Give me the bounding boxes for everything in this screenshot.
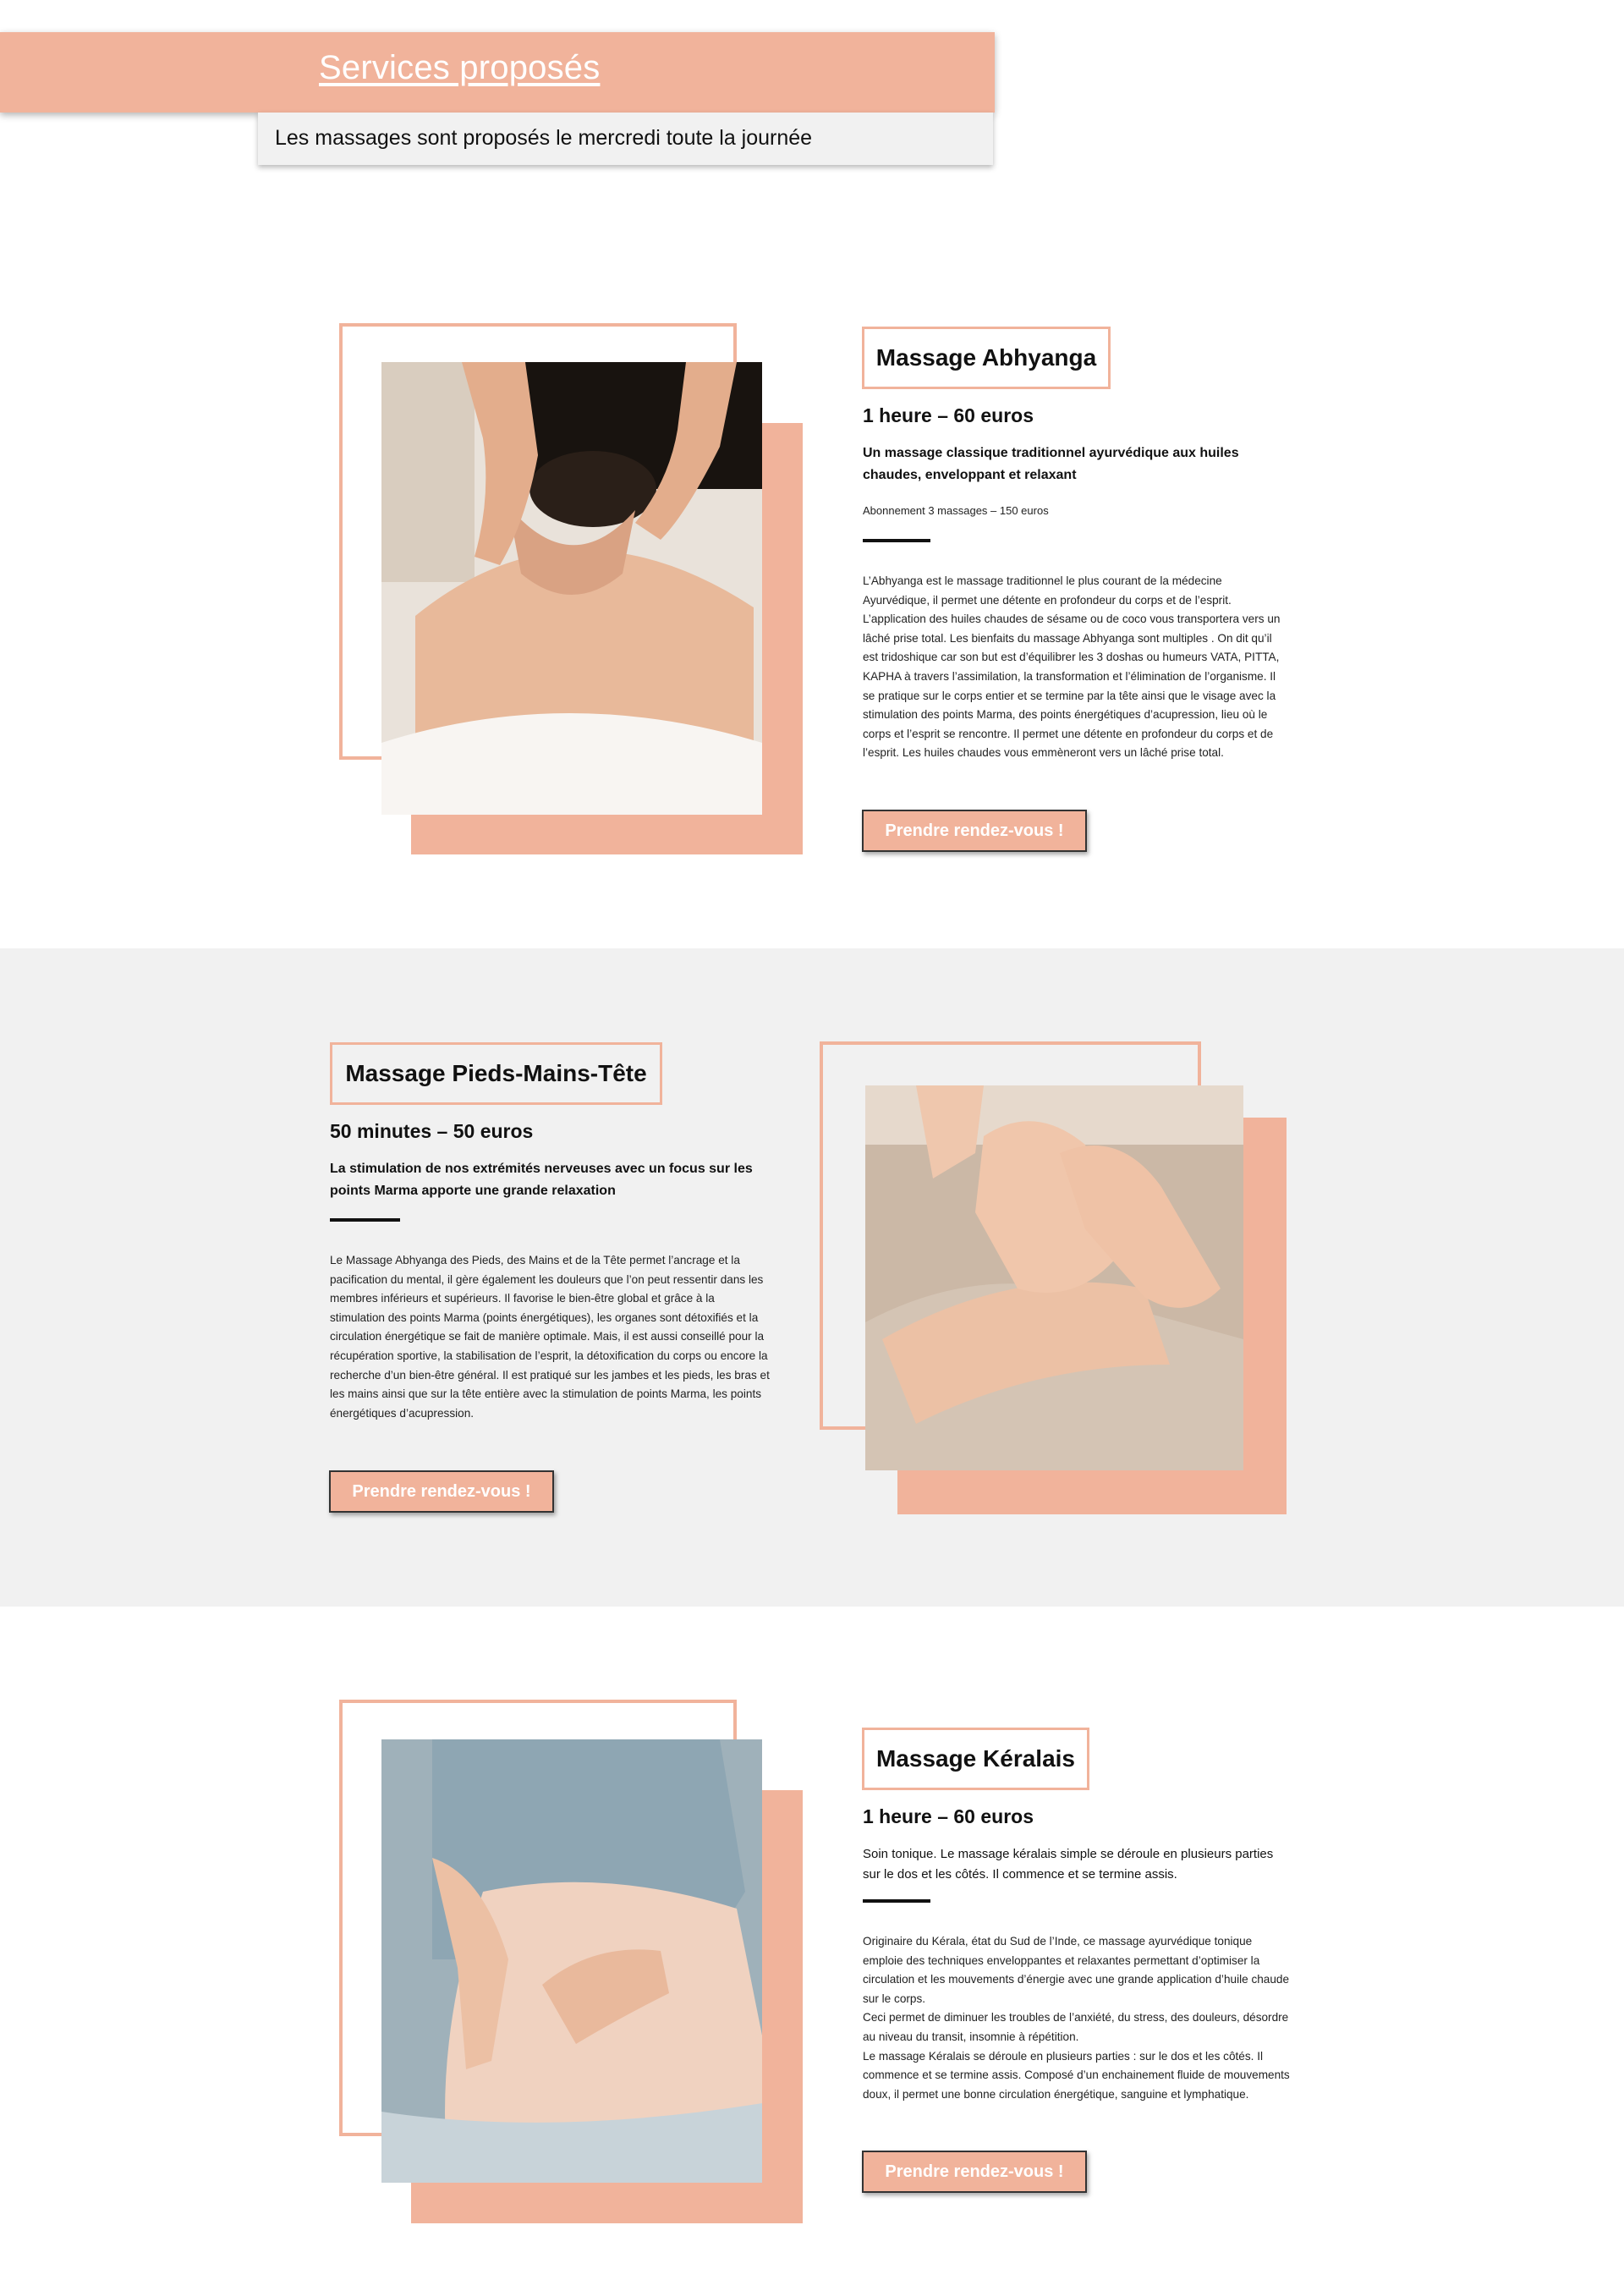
description-paragraph: Originaire du Kérala, état du Sud de l’I… [863,1935,1290,2005]
service-title: Massage Kéralais [875,1745,1076,1772]
keralais-massage-photo [381,1739,762,2183]
service-title: Massage Pieds-Mains-Tête [345,1060,647,1086]
service-price: 50 minutes – 50 euros [330,1120,534,1142]
service-band [0,948,1624,1607]
divider [330,1218,400,1222]
back-massage-photo [381,362,762,815]
book-appointment-button[interactable]: Prendre rendez-vous ! [862,2151,1087,2193]
service-subtitle: Soin tonique. Le massage kéralais simple… [863,1847,1274,1882]
service-description: Originaire du Kérala, état du Sud de l’I… [863,1932,1290,2104]
service-subtitle: Un massage classique traditionnel ayurvé… [863,446,1239,482]
service-subtitle: La stimulation de nos extrémités nerveus… [330,1162,753,1198]
service-price: 1 heure – 60 euros [863,404,1034,426]
divider [863,1899,930,1903]
subscription-offer: Abonnement 3 massages – 150 euros [863,504,1049,517]
notice-text: Les massages sont proposés le mercredi t… [275,126,813,150]
keralais-massage-illustration [381,1739,762,2183]
book-appointment-button[interactable]: Prendre rendez-vous ! [329,1470,554,1513]
services-title-link[interactable]: Services proposés [319,49,600,87]
service-title: Massage Abhyanga [875,344,1097,371]
description-paragraph: Ceci permet de diminuer les troubles de … [863,2011,1289,2043]
service-title-box: Massage Abhyanga [862,327,1111,389]
back-massage-illustration [381,362,762,815]
hands-massage-photo [865,1085,1243,1470]
service-price: 1 heure – 60 euros [863,1805,1034,1827]
service-description: L’Abhyanga est le massage traditionnel l… [863,574,1281,760]
service-title-box: Massage Kéralais [862,1728,1089,1790]
book-appointment-button[interactable]: Prendre rendez-vous ! [862,810,1087,852]
service-description: Le Massage Abhyanga des Pieds, des Mains… [330,1254,770,1420]
divider [863,539,930,542]
notice-box: Les massages sont proposés le mercredi t… [258,113,993,165]
hands-massage-illustration [865,1085,1243,1470]
service-title-box: Massage Pieds-Mains-Tête [330,1042,662,1105]
description-paragraph: Le massage Kéralais se déroule en plusie… [863,2049,1290,2101]
